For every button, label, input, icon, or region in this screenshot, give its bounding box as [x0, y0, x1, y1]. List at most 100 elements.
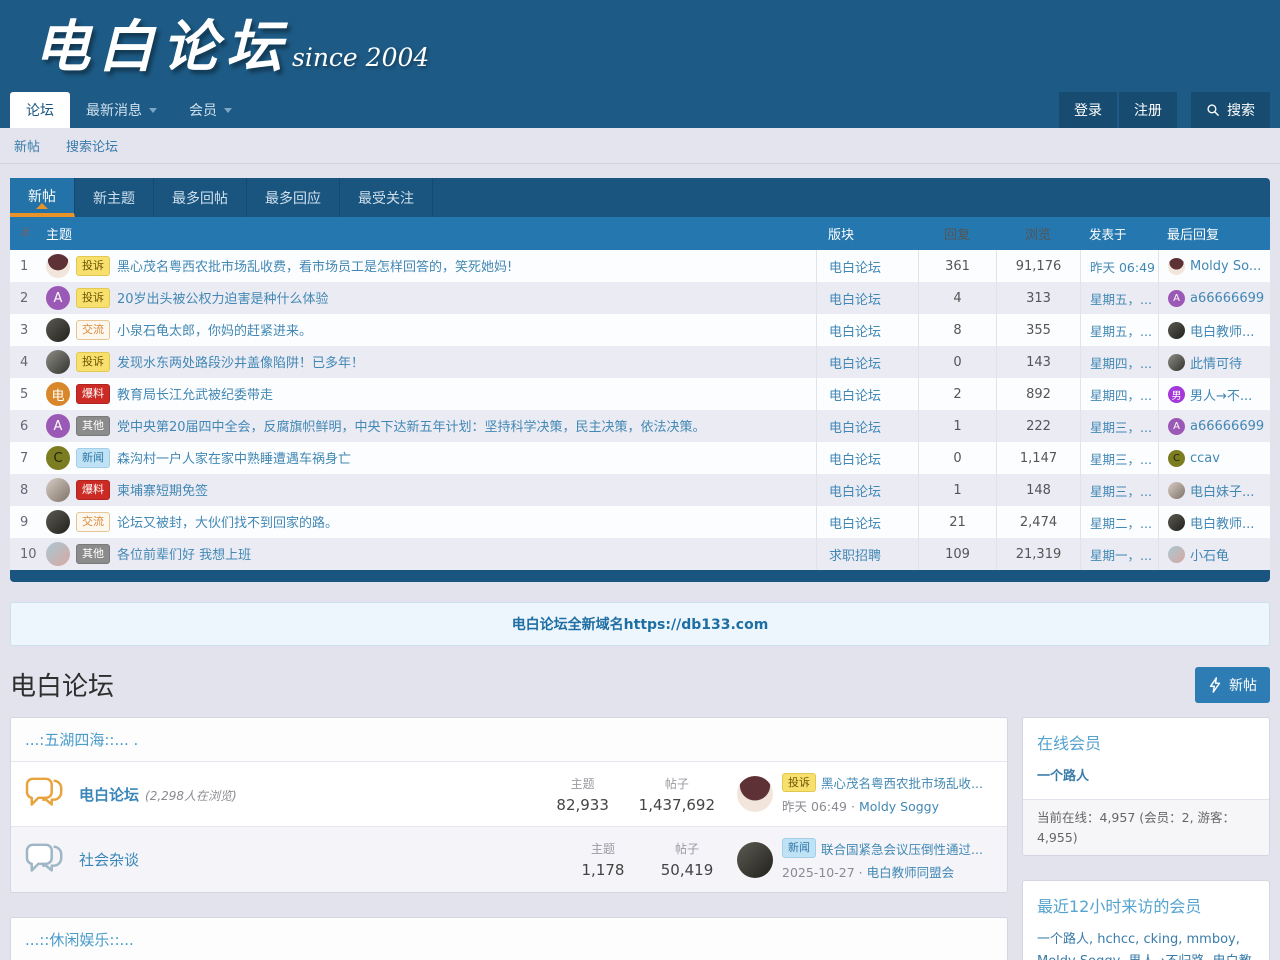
- avatar[interactable]: [46, 510, 70, 534]
- board-link[interactable]: 电白论坛: [829, 353, 881, 372]
- board-link[interactable]: 电白论坛: [829, 417, 881, 436]
- avatar[interactable]: A: [1168, 290, 1185, 307]
- avatar[interactable]: C: [1168, 450, 1185, 467]
- replies-count: 109: [918, 538, 996, 570]
- board-link[interactable]: 电白论坛: [829, 481, 881, 500]
- board-link[interactable]: 电白论坛: [829, 321, 881, 340]
- tab-new-threads[interactable]: 新主题: [75, 178, 154, 217]
- topic-title-link[interactable]: 教育局长江允武被纪委带走: [117, 384, 273, 403]
- topic-title-link[interactable]: 各位前辈们好 我想上班: [117, 544, 251, 563]
- replies-count: 0: [918, 346, 996, 378]
- avatar[interactable]: [46, 350, 70, 374]
- avatar[interactable]: A: [46, 286, 70, 310]
- tab-most-reactions[interactable]: 最多回应: [247, 178, 340, 217]
- avatar[interactable]: [46, 542, 70, 566]
- last-reply-user-link[interactable]: Moldy So...: [1190, 259, 1261, 274]
- board-link[interactable]: 求职招聘: [829, 545, 881, 564]
- avatar[interactable]: [1168, 546, 1185, 563]
- recent-visitors-links[interactable]: 一个路人, hchcc, cking, mmboy, Moldy Soggy, …: [1037, 932, 1252, 960]
- avatar[interactable]: [1168, 482, 1185, 499]
- latest-post-title-link[interactable]: 联合国紧急会议压倒性通过...: [821, 839, 983, 858]
- board-link[interactable]: 电白论坛: [829, 513, 881, 532]
- online-member-link[interactable]: 一个路人: [1037, 769, 1089, 784]
- topics-label: 主题: [555, 775, 611, 792]
- posted-date-link[interactable]: 星期四，...: [1090, 385, 1152, 404]
- sub-nav: 新帖 搜索论坛: [0, 128, 1280, 164]
- posted-date-link[interactable]: 星期五，...: [1090, 289, 1152, 308]
- topic-title-link[interactable]: 森沟村一户人家在家中熟睡遭遇车祸身亡: [117, 448, 351, 467]
- posted-date-link[interactable]: 星期一，...: [1090, 545, 1152, 564]
- avatar[interactable]: [46, 254, 70, 278]
- avatar[interactable]: [737, 842, 773, 878]
- login-button[interactable]: 登录: [1059, 92, 1117, 128]
- search-button[interactable]: 搜索: [1191, 92, 1270, 128]
- posted-date-link[interactable]: 星期三，...: [1090, 417, 1152, 436]
- subnav-new-posts-link[interactable]: 新帖: [14, 136, 40, 155]
- domain-announcement-banner[interactable]: 电白论坛全新域名https://db133.com: [10, 602, 1270, 646]
- avatar[interactable]: A: [1168, 418, 1185, 435]
- avatar[interactable]: [1168, 322, 1185, 339]
- last-reply-user-link[interactable]: 电白教师...: [1190, 513, 1254, 532]
- posted-date-link[interactable]: 星期四，...: [1090, 353, 1152, 372]
- nav-tab-whats-new[interactable]: 最新消息: [70, 92, 173, 128]
- forum-name-link[interactable]: 电白论坛: [79, 786, 139, 804]
- topic-title-link[interactable]: 20岁出头被公权力迫害是种什么体验: [117, 288, 329, 307]
- posted-date-link[interactable]: 星期三，...: [1090, 481, 1152, 500]
- table-row: 8 爆料柬埔寨短期免签 电白论坛 1 148 星期三，... 电白妹子...: [10, 474, 1270, 506]
- posts-count: 1,437,692: [639, 796, 715, 814]
- avatar[interactable]: [1168, 514, 1185, 531]
- views-count: 222: [996, 410, 1080, 442]
- avatar[interactable]: [46, 478, 70, 502]
- topic-title-link[interactable]: 发现水东两处路段沙井盖像陷阱！已多年！: [117, 352, 364, 371]
- avatar[interactable]: [737, 776, 773, 812]
- latest-post-title-link[interactable]: 黑心茂名粤西农批市场乱收...: [821, 773, 983, 792]
- page-content: 新帖 新主题 最多回帖 最多回应 最受关注 # 主题 版块 回复 浏览 发表于 …: [0, 178, 1280, 960]
- topic-title-link[interactable]: 论坛又被封，大伙们找不到回家的路。: [117, 512, 338, 531]
- register-button[interactable]: 注册: [1119, 92, 1177, 128]
- site-logo[interactable]: 电白论坛 since 2004: [34, 2, 429, 83]
- last-reply-user-link[interactable]: a66666699: [1190, 419, 1264, 434]
- col-header-topic: 主题: [40, 224, 816, 243]
- topic-title-link[interactable]: 党中央第20届四中全会，反腐旗帜鲜明，中央下达新五年计划：坚持科学决策，民主决策…: [117, 416, 706, 435]
- tab-most-replies[interactable]: 最多回帖: [154, 178, 247, 217]
- forum-name-link[interactable]: 社会杂谈: [79, 851, 139, 869]
- posted-date-link[interactable]: 星期三，...: [1090, 449, 1152, 468]
- board-link[interactable]: 电白论坛: [829, 385, 881, 404]
- avatar[interactable]: 男: [1168, 386, 1185, 403]
- last-reply-user-link[interactable]: 小石龟: [1190, 545, 1229, 564]
- board-link[interactable]: 电白论坛: [829, 257, 881, 276]
- new-post-button[interactable]: 新帖: [1195, 667, 1270, 703]
- last-reply-user-link[interactable]: 电白妹子...: [1190, 481, 1254, 500]
- avatar[interactable]: [1168, 258, 1185, 275]
- nav-tab-members[interactable]: 会员: [173, 92, 248, 128]
- topic-title-link[interactable]: 黑心茂名粤西农批市场乱收费，看市场员工是怎样回答的，笑死她妈!: [117, 256, 512, 275]
- category-title[interactable]: ...::休闲娱乐::...: [11, 918, 1007, 960]
- tab-new-threads-label: 新主题: [93, 188, 135, 208]
- last-reply-user-link[interactable]: a66666699: [1190, 291, 1264, 306]
- tab-most-watched[interactable]: 最受关注: [340, 178, 433, 217]
- avatar[interactable]: A: [46, 414, 70, 438]
- posted-date-link[interactable]: 星期二，...: [1090, 513, 1152, 532]
- avatar[interactable]: [46, 318, 70, 342]
- last-reply-user-link[interactable]: ccav: [1190, 451, 1220, 466]
- last-reply-user-link[interactable]: 此情可待: [1190, 353, 1242, 372]
- topic-title-link[interactable]: 柬埔寨短期免签: [117, 480, 208, 499]
- category-title[interactable]: ...:五湖四海::... .: [11, 718, 1007, 762]
- latest-post-user-link[interactable]: 电白教师同盟会: [867, 865, 955, 880]
- posted-date-link[interactable]: 昨天 06:49: [1090, 257, 1155, 276]
- row-number: 8: [10, 483, 40, 498]
- board-link[interactable]: 电白论坛: [829, 289, 881, 308]
- tab-new-posts[interactable]: 新帖: [10, 178, 75, 217]
- subnav-search-forum-link[interactable]: 搜索论坛: [66, 136, 118, 155]
- last-reply-user-link[interactable]: 男人→不...: [1190, 385, 1252, 404]
- topic-title-link[interactable]: 小泉石龟太郎，你妈的赶紧进来。: [117, 320, 312, 339]
- avatar[interactable]: C: [46, 446, 70, 470]
- posted-date-link[interactable]: 星期五，...: [1090, 321, 1152, 340]
- latest-post-user-link[interactable]: Moldy Soggy: [859, 799, 939, 814]
- replies-count: 0: [918, 442, 996, 474]
- last-reply-user-link[interactable]: 电白教师...: [1190, 321, 1254, 340]
- avatar[interactable]: 电: [46, 382, 70, 406]
- nav-tab-forum[interactable]: 论坛: [10, 92, 70, 128]
- avatar[interactable]: [1168, 354, 1185, 371]
- board-link[interactable]: 电白论坛: [829, 449, 881, 468]
